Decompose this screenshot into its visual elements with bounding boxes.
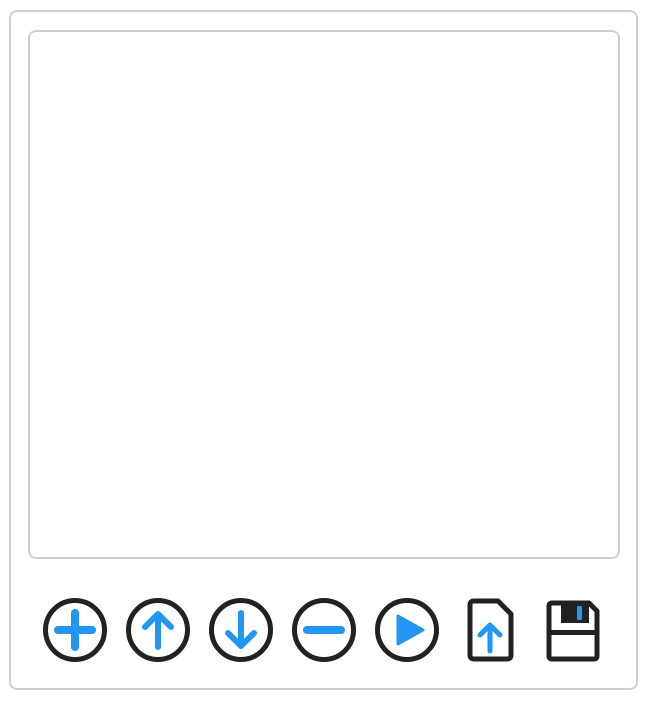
move-up-button[interactable] — [124, 596, 192, 664]
floppy-disk-icon — [539, 596, 607, 664]
arrow-up-circle-icon — [124, 596, 192, 664]
arrow-down-circle-icon — [207, 596, 275, 664]
minus-circle-icon — [290, 596, 358, 664]
item-list[interactable] — [28, 30, 620, 559]
toolbar — [0, 596, 649, 666]
plus-circle-icon — [41, 596, 109, 664]
play-button[interactable] — [373, 596, 441, 664]
play-circle-icon — [373, 596, 441, 664]
file-upload-icon — [456, 596, 524, 664]
remove-button[interactable] — [290, 596, 358, 664]
upload-button[interactable] — [456, 596, 524, 664]
add-button[interactable] — [41, 596, 109, 664]
save-button[interactable] — [539, 596, 607, 664]
move-down-button[interactable] — [207, 596, 275, 664]
